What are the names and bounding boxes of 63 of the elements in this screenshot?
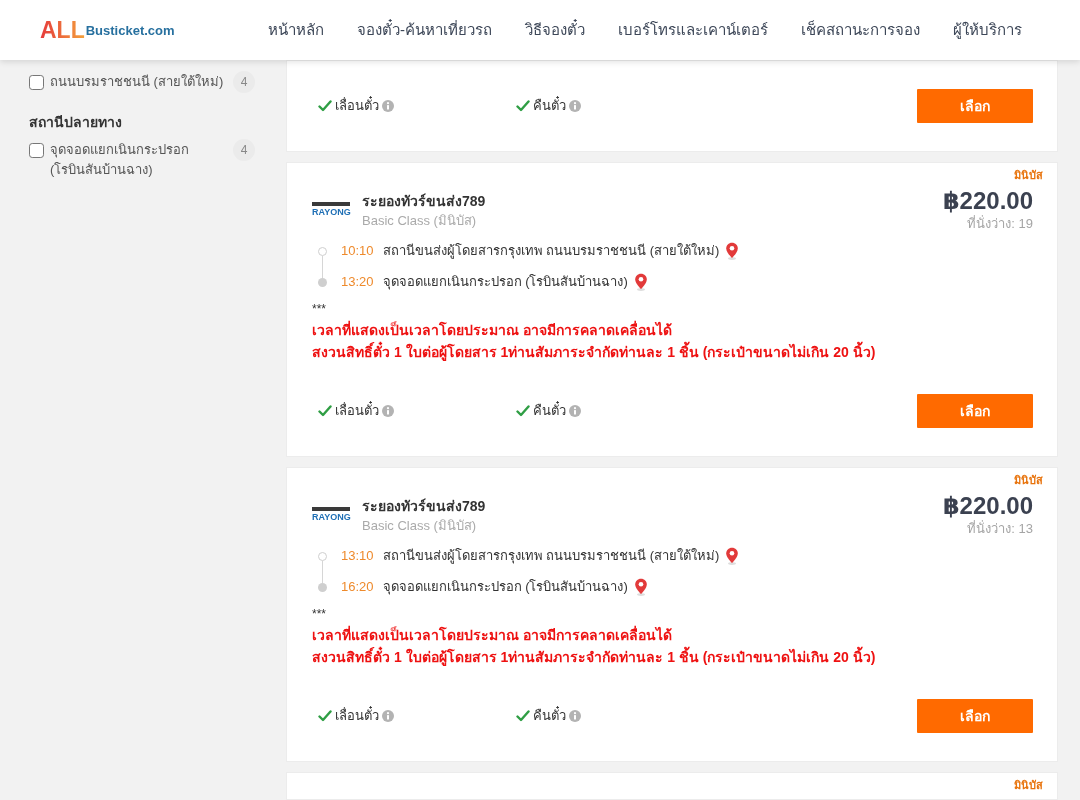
departure-dot-icon — [317, 551, 327, 561]
warning-note: สงวนสิทธิ์ตั๋ว 1 ใบต่อผู้โดยสาร 1ท่านสัมภาระจำกัดท่านละ 1 ชิ้น (กระเป๋าขนาดไม่เกิน 20 นิ้ว) — [312, 646, 1033, 668]
info-icon — [382, 405, 394, 417]
result-count: 4 — [233, 139, 255, 161]
vehicle-type-label: มินิบัส — [1014, 778, 1043, 792]
vehicle-type-label: มินิบัส — [1014, 473, 1043, 487]
filter-heading: สถานีปลายทาง — [29, 113, 123, 132]
info-icon — [569, 100, 581, 112]
station-name: สถานีขนส่งผู้โดยสารกรุงเทพ ถนนบรมราชชนนี (สายใต้ใหม่) — [382, 242, 720, 261]
seats-available: ที่นั่งว่าง: 19 — [966, 215, 1033, 233]
operator-name: ระยองทัวร์ขนส่ง789 — [362, 497, 486, 516]
arrival-dot-icon — [317, 582, 327, 592]
nav-link[interactable]: เบอร์โทรและเคาน์เตอร์ — [618, 18, 768, 42]
map-pin-icon — [725, 242, 740, 260]
arrival-time: 13:20 — [341, 273, 374, 291]
operator-logo: RAYONG — [312, 507, 350, 523]
vehicle-type-label: มินิบัส — [1014, 168, 1043, 182]
departure-dot-icon — [317, 246, 327, 256]
nav-link[interactable]: เช็คสถานะการจอง — [801, 18, 920, 42]
station-name: จุดจอดแยกเนินกระปรอก (โรบินสันบ้านฉาง) — [382, 578, 628, 597]
ticket-price: ฿220.00 — [942, 492, 1033, 520]
nav-link[interactable]: วิธีจองตั๋ว — [525, 18, 585, 42]
seats-available: ที่นั่งว่าง: 13 — [966, 520, 1033, 538]
filter-label[interactable]: ถนนบรมราชชนนี (สายใต้ใหม่) — [50, 72, 233, 92]
info-icon — [569, 405, 581, 417]
feature-label: คืนตั๋ว — [533, 706, 566, 726]
logo-domain[interactable]: Busticket.com — [85, 23, 175, 39]
info-icon — [382, 100, 394, 112]
arrival-time: 16:20 — [341, 578, 374, 596]
map-pin-icon — [633, 578, 648, 596]
warning-note: เวลาที่แสดงเป็นเวลาโดยประมาณ อาจมีการคลาดเคลื่อนได้ — [312, 319, 673, 340]
map-pin-icon — [725, 547, 740, 565]
bus-class: Basic Class (มินิบัส) — [362, 212, 478, 230]
operator-logo: RAYONG — [312, 202, 350, 218]
filter-checkbox[interactable] — [29, 142, 44, 158]
note-marker: *** — [312, 301, 327, 318]
departure-time: 10:10 — [341, 242, 374, 260]
bus-class: Basic Class (มินิบัส) — [362, 517, 478, 535]
note-marker: *** — [312, 606, 327, 623]
timeline-connector — [321, 560, 323, 583]
info-icon — [382, 710, 394, 722]
ticket-price: ฿220.00 — [942, 187, 1033, 215]
result-count: 4 — [233, 71, 255, 93]
map-pin-icon — [633, 273, 648, 291]
feature-label: เลื่อนตั๋ว — [335, 96, 379, 116]
warning-note: สงวนสิทธิ์ตั๋ว 1 ใบต่อผู้โดยสาร 1ท่านสัมภาระจำกัดท่านละ 1 ชิ้น (กระเป๋าขนาดไม่เกิน 20 นิ้ว) — [312, 341, 1033, 363]
feature-label: คืนตั๋ว — [533, 96, 566, 116]
feature-label: เลื่อนตั๋ว — [335, 401, 379, 421]
nav-link[interactable]: ผู้ให้บริการ — [953, 18, 1022, 42]
nav-link[interactable]: หน้าหลัก — [268, 18, 324, 42]
filter-label[interactable]: จุดจอดแยกเนินกระปรอก (โรบินสันบ้านฉาง) — [50, 140, 233, 180]
arrival-dot-icon — [317, 277, 327, 287]
timeline-connector — [321, 255, 323, 278]
filter-checkbox[interactable] — [29, 74, 44, 90]
feature-label: คืนตั๋ว — [533, 401, 566, 421]
info-icon — [569, 710, 581, 722]
feature-label: เลื่อนตั๋ว — [335, 706, 379, 726]
station-name: สถานีขนส่งผู้โดยสารกรุงเทพ ถนนบรมราชชนนี (สายใต้ใหม่) — [382, 547, 720, 566]
operator-name: ระยองทัวร์ขนส่ง789 — [362, 192, 486, 211]
station-name: จุดจอดแยกเนินกระปรอก (โรบินสันบ้านฉาง) — [382, 273, 628, 292]
nav-link[interactable]: จองตั๋ว-ค้นหาเที่ยวรถ — [357, 18, 492, 42]
warning-note: เวลาที่แสดงเป็นเวลาโดยประมาณ อาจมีการคลาดเคลื่อนได้ — [312, 624, 673, 645]
departure-time: 13:10 — [341, 547, 374, 565]
